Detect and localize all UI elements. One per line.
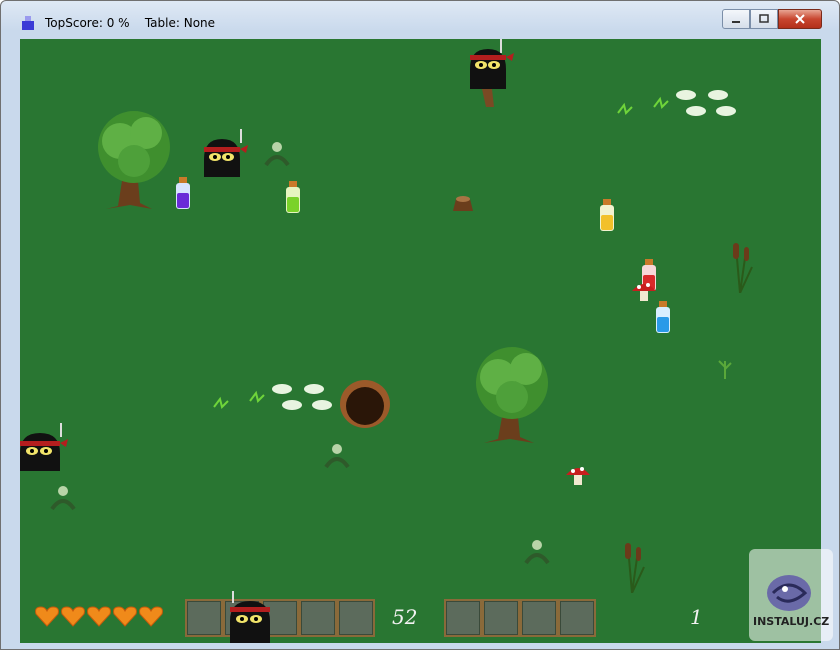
close-icon bbox=[795, 14, 805, 24]
close-button[interactable] bbox=[778, 9, 822, 29]
heart-icon bbox=[113, 606, 137, 627]
title-bar[interactable]: TopScore: 0 % Table: None bbox=[1, 1, 839, 39]
inventory-slot[interactable] bbox=[444, 599, 482, 637]
heart-icon bbox=[87, 606, 111, 627]
spiral-logo-icon bbox=[767, 575, 811, 611]
player-ninja bbox=[230, 591, 270, 643]
cattail-sprite bbox=[733, 243, 753, 293]
inventory-slot[interactable] bbox=[299, 599, 337, 637]
minimize-button[interactable] bbox=[722, 9, 750, 29]
tree-sprite bbox=[98, 111, 170, 209]
score-counter: 52 bbox=[392, 605, 418, 629]
tree-sprite bbox=[476, 347, 548, 443]
game-canvas[interactable]: 52 1 bbox=[20, 39, 821, 643]
mushroom-sprite bbox=[566, 467, 590, 485]
inventory-slot[interactable] bbox=[482, 599, 520, 637]
window-title: TopScore: 0 % Table: None bbox=[45, 16, 216, 30]
inventory-slot[interactable] bbox=[520, 599, 558, 637]
purple-potion bbox=[176, 177, 190, 209]
maximize-button[interactable] bbox=[750, 9, 778, 29]
flower-patch bbox=[213, 384, 332, 410]
watermark-text: INSTALUJ.CZ bbox=[753, 615, 830, 628]
plant-sprite bbox=[50, 486, 76, 511]
ninja-enemy bbox=[470, 39, 514, 107]
plant-sprite bbox=[524, 540, 550, 565]
inventory-slot[interactable] bbox=[558, 599, 596, 637]
green-potion bbox=[286, 181, 300, 213]
mushroom-sprite bbox=[632, 283, 656, 301]
flower-patch bbox=[617, 90, 736, 116]
inventory-slot[interactable] bbox=[337, 599, 375, 637]
plant-sprite bbox=[324, 444, 350, 469]
sprout-sprite bbox=[718, 360, 732, 379]
maximize-icon bbox=[759, 14, 769, 23]
yellow-potion bbox=[600, 199, 614, 231]
minimize-icon bbox=[732, 21, 740, 23]
stump-sprite bbox=[453, 196, 473, 211]
burrow-hole bbox=[340, 380, 390, 428]
heart-icon bbox=[61, 606, 85, 627]
ninja-enemy bbox=[20, 423, 68, 471]
heart-icon bbox=[35, 606, 59, 627]
blue-potion bbox=[656, 301, 670, 333]
level-counter: 1 bbox=[690, 605, 703, 629]
health-hearts bbox=[34, 605, 164, 627]
heart-icon bbox=[139, 606, 163, 627]
cattail-sprite bbox=[625, 543, 645, 593]
watermark-logo: INSTALUJ.CZ bbox=[749, 549, 833, 641]
ninja-enemy bbox=[204, 129, 248, 177]
inventory-slot[interactable] bbox=[185, 599, 223, 637]
app-icon bbox=[22, 16, 34, 30]
plant-sprite bbox=[264, 142, 290, 167]
game-window: TopScore: 0 % Table: None 52 1 INSTALUJ.… bbox=[0, 0, 840, 650]
